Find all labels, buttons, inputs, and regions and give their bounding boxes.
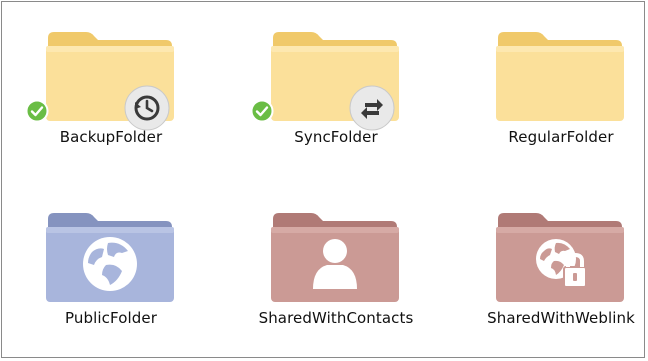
folder-sync[interactable]: SyncFolder <box>246 26 426 146</box>
folder-icon <box>271 213 399 302</box>
folder-icon <box>496 32 624 121</box>
folder-label: SharedWithContacts <box>258 309 414 327</box>
folder-icon <box>46 213 174 302</box>
folder-backup[interactable]: BackupFolder <box>21 26 201 146</box>
folder-label: PublicFolder <box>65 309 157 327</box>
sync-arrows-icon <box>349 85 395 131</box>
file-browser-pane: BackupFolder SyncFolder RegularFolder Pu… <box>1 1 645 358</box>
folder-label: SharedWithWeblink <box>487 309 635 327</box>
folder-shared-weblink[interactable]: SharedWithWeblink <box>471 207 648 327</box>
folder-label: BackupFolder <box>59 128 163 146</box>
folder-label: SyncFolder <box>294 128 378 146</box>
folder-shared-contacts[interactable]: SharedWithContacts <box>246 207 426 327</box>
check-badge-icon <box>25 99 49 123</box>
history-icon <box>124 85 170 131</box>
folder-icon <box>496 213 624 302</box>
folder-public[interactable]: PublicFolder <box>21 207 201 327</box>
check-badge-icon <box>250 99 274 123</box>
folder-label: RegularFolder <box>508 128 614 146</box>
folder-regular[interactable]: RegularFolder <box>471 26 648 146</box>
globe-icon <box>83 237 137 291</box>
